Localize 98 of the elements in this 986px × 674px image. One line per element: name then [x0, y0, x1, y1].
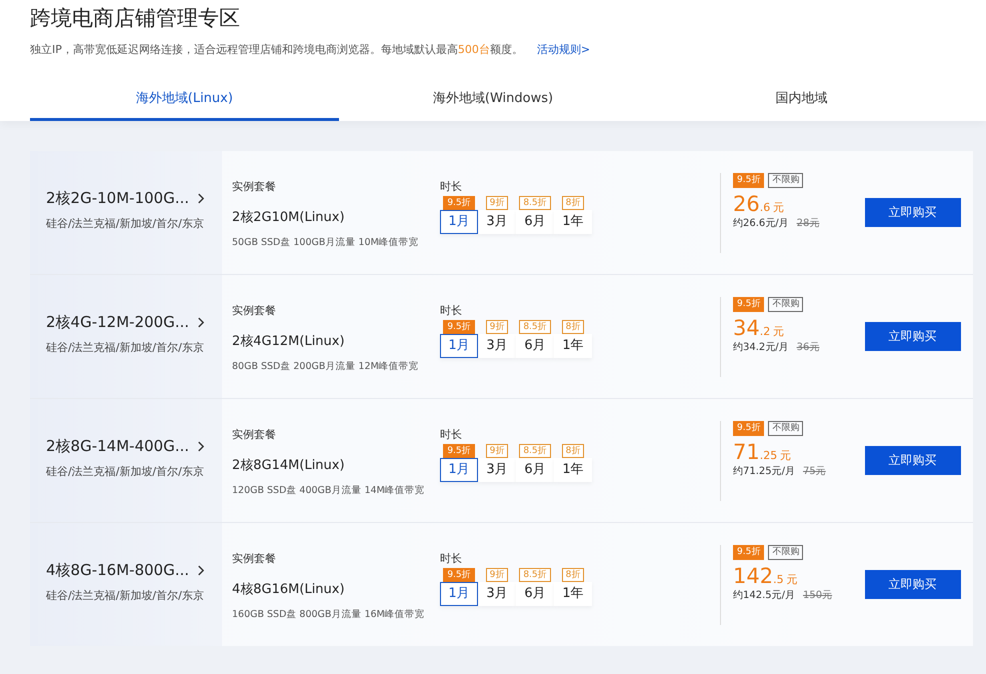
monthly-price: 约26.6元/月 — [733, 216, 789, 230]
duration-option[interactable]: 1月 — [440, 334, 478, 358]
chevron-right-icon[interactable] — [197, 441, 204, 452]
discount-badge: 8折 — [562, 196, 584, 210]
tab[interactable]: 海外地域(Linux) — [30, 89, 339, 121]
monthly-price: 约34.2元/月 — [733, 340, 789, 354]
discount-badge: 8折 — [562, 444, 584, 458]
discount-badge: 9.5折 — [443, 444, 475, 458]
package-specs: 50GB SSD盘 100GB月流量 10M峰值带宽 — [232, 236, 420, 249]
price-decimal: .6 — [760, 200, 770, 214]
discount-badge: 9折 — [486, 196, 508, 210]
duration-option[interactable]: 6月 — [516, 582, 554, 606]
chevron-right-icon[interactable] — [197, 317, 204, 328]
monthly-price: 约71.25元/月 — [733, 464, 795, 478]
region-list: 硅谷/法兰克福/新加坡/首尔/东京 — [46, 340, 222, 355]
duration-option[interactable]: 1年 — [554, 582, 592, 606]
package-name: 2核4G12M(Linux) — [232, 333, 346, 350]
product-name[interactable]: 2核2G-10M-100G... — [46, 189, 190, 208]
duration-option[interactable]: 3月 — [478, 458, 516, 482]
product-name[interactable]: 2核8G-14M-400G... — [46, 437, 190, 456]
description: 独立IP，高带宽低延迟网络连接，适合远程管理店铺和跨境电商浏览器。每地域默认最高500台额度。 — [30, 42, 523, 57]
price-integer: 26 — [733, 192, 760, 216]
discount-tag: 9.5折 — [733, 172, 764, 188]
discount-tag: 9.5折 — [733, 420, 764, 436]
duration-label: 时长 — [440, 303, 463, 318]
package-specs: 120GB SSD盘 400GB月流量 14M峰值带宽 — [232, 484, 426, 497]
duration-option[interactable]: 3月 — [478, 582, 516, 606]
page-title: 跨境电商店铺管理专区 — [30, 5, 241, 32]
discount-badge: 9折 — [486, 320, 508, 334]
duration-option[interactable]: 6月 — [516, 210, 554, 234]
buy-button[interactable]: 立即购买 — [864, 446, 960, 475]
discount-badge: 9.5折 — [443, 568, 475, 582]
package-label: 实例套餐 — [232, 427, 277, 442]
purchase-limit-tag: 不限购 — [768, 420, 804, 436]
buy-button[interactable]: 立即购买 — [864, 198, 960, 227]
package-name: 2核2G10M(Linux) — [232, 209, 346, 226]
tab[interactable]: 国内地域 — [647, 89, 956, 121]
discount-badge: 8折 — [562, 568, 584, 582]
duration-option[interactable]: 1年 — [554, 334, 592, 358]
discount-badge: 8.5折 — [519, 568, 551, 582]
duration-option[interactable]: 1月 — [440, 458, 478, 482]
product-name[interactable]: 2核4G-12M-200G... — [46, 313, 190, 332]
duration-option[interactable]: 1月 — [440, 210, 478, 234]
chevron-right-icon[interactable] — [197, 193, 204, 204]
duration-option[interactable]: 6月 — [516, 334, 554, 358]
discount-badge: 8.5折 — [519, 320, 551, 334]
price-integer: 34 — [733, 316, 760, 340]
region-list: 硅谷/法兰克福/新加坡/首尔/东京 — [46, 216, 222, 231]
original-price: 28元 — [796, 216, 820, 230]
discount-badge: 9.5折 — [443, 196, 475, 210]
monthly-price: 约142.5元/月 — [733, 588, 795, 602]
chevron-right-icon[interactable] — [197, 565, 204, 576]
duration-label: 时长 — [440, 427, 463, 442]
price-unit: 元 — [786, 572, 798, 586]
price-decimal: .25 — [760, 448, 778, 462]
duration-label: 时长 — [440, 179, 463, 194]
duration-option[interactable]: 1年 — [554, 458, 592, 482]
tab[interactable]: 海外地域(Windows) — [338, 89, 648, 121]
purchase-limit-tag: 不限购 — [768, 296, 804, 312]
package-name: 4核8G16M(Linux) — [232, 581, 346, 598]
duration-option[interactable]: 1年 — [554, 210, 592, 234]
region-list: 硅谷/法兰克福/新加坡/首尔/东京 — [46, 588, 222, 603]
package-specs: 160GB SSD盘 800GB月流量 16M峰值带宽 — [232, 608, 426, 621]
package-name: 2核8G14M(Linux) — [232, 457, 346, 474]
original-price: 150元 — [803, 588, 832, 602]
duration-option[interactable]: 3月 — [478, 334, 516, 358]
duration-option[interactable]: 6月 — [516, 458, 554, 482]
original-price: 36元 — [796, 340, 820, 354]
purchase-limit-tag: 不限购 — [768, 172, 804, 188]
buy-button[interactable]: 立即购买 — [864, 570, 960, 599]
price-integer: 71 — [733, 440, 760, 464]
discount-badge: 8.5折 — [519, 196, 551, 210]
price-unit: 元 — [780, 448, 792, 462]
price-unit: 元 — [773, 200, 784, 214]
discount-badge: 8折 — [562, 320, 584, 334]
package-label: 实例套餐 — [232, 551, 277, 566]
price-decimal: .2 — [760, 324, 770, 338]
price-decimal: .5 — [773, 572, 784, 586]
package-specs: 80GB SSD盘 200GB月流量 12M峰值带宽 — [232, 360, 420, 373]
buy-button[interactable]: 立即购买 — [864, 322, 960, 351]
region-list: 硅谷/法兰克福/新加坡/首尔/东京 — [46, 464, 222, 479]
discount-tag: 9.5折 — [733, 296, 764, 312]
duration-option[interactable]: 3月 — [478, 210, 516, 234]
price-integer: 142 — [733, 564, 774, 588]
price-unit: 元 — [773, 324, 784, 338]
discount-tag: 9.5折 — [733, 544, 764, 560]
discount-badge: 9.5折 — [443, 320, 475, 334]
package-label: 实例套餐 — [232, 303, 277, 318]
original-price: 75元 — [803, 464, 826, 478]
purchase-limit-tag: 不限购 — [768, 544, 804, 560]
duration-option[interactable]: 1月 — [440, 582, 478, 606]
package-label: 实例套餐 — [232, 179, 277, 194]
duration-label: 时长 — [440, 551, 463, 566]
discount-badge: 9折 — [486, 568, 508, 582]
discount-badge: 8.5折 — [519, 444, 551, 458]
rules-link[interactable]: 活动规则> — [536, 42, 590, 57]
product-name[interactable]: 4核8G-16M-800G... — [46, 561, 190, 580]
discount-badge: 9折 — [486, 444, 508, 458]
